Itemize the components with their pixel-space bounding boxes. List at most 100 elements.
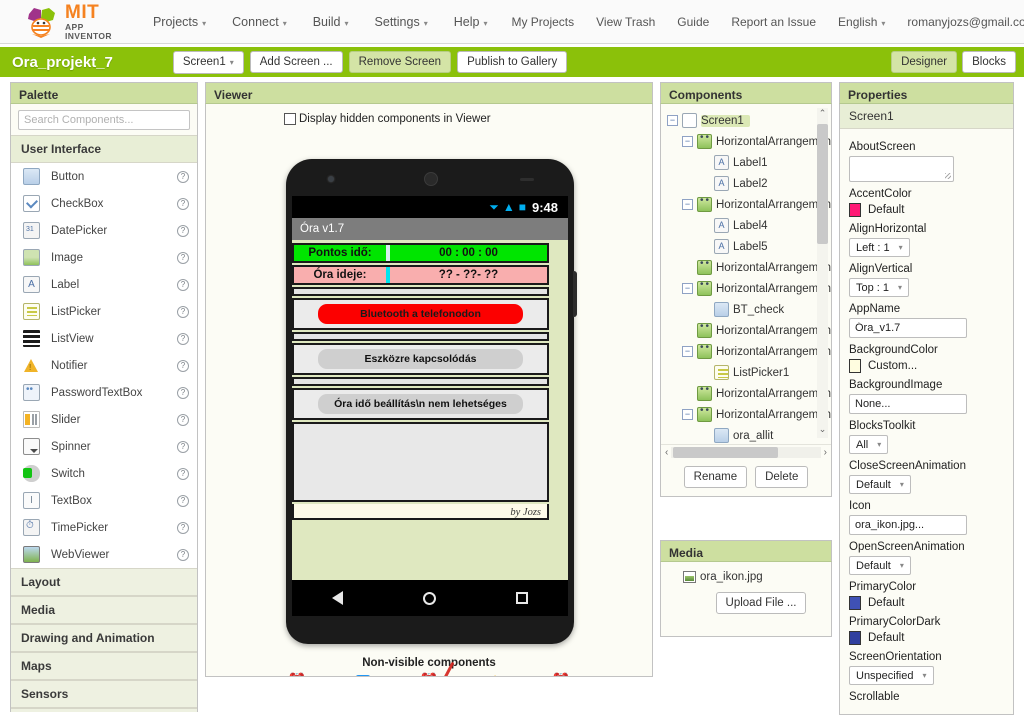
bt-check-button[interactable]: Bluetooth a telefonodon [318,304,523,324]
help-icon[interactable]: ? [177,305,189,318]
help-icon[interactable]: ? [177,278,189,291]
link-view-trash[interactable]: View Trash [585,9,666,35]
help-icon[interactable]: ? [177,332,189,345]
palette-category-social[interactable]: Social [11,708,197,712]
palette-category-sensors[interactable]: Sensors [11,680,197,708]
tree-item-horizontalarrangement-1[interactable]: − HorizontalArrangement [667,131,831,152]
horizontal-arrangement-spacer-2[interactable] [292,332,549,341]
scrollbar-track[interactable] [671,446,821,458]
checkbox-icon[interactable] [284,113,296,125]
help-icon[interactable]: ? [177,170,189,183]
back-icon[interactable] [332,591,343,605]
tree-item-horizontalarrangement-7[interactable]: HorizontalArrangement [667,383,831,404]
label1-pontos-ido[interactable]: Pontos idő: [294,247,386,259]
listpicker1-button[interactable]: Eszközre kapcsolódás [318,349,523,369]
palette-item-timepicker[interactable]: TimePicker? [11,514,197,541]
palette-item-label[interactable]: A Label? [11,271,197,298]
screen-selector-dropdown[interactable]: Screen1 ▾ [172,50,244,74]
tree-item-bt-check[interactable]: BT_check [667,299,831,320]
help-icon[interactable]: ? [177,440,189,453]
primarycolor-picker[interactable]: Default [849,596,1004,610]
ora-allit-button[interactable]: Óra idő beállítás\n nem lehetséges [318,394,523,414]
tree-item-label4[interactable]: A Label4 [667,215,831,236]
palette-item-listview[interactable]: ListView? [11,325,197,352]
scroll-right-icon[interactable]: › [824,447,827,458]
appname-input[interactable] [849,318,967,338]
tree-toggle[interactable]: − [682,136,693,147]
alignhorizontal-select[interactable]: Left : 1 ▾ [849,238,910,257]
help-icon[interactable]: ? [177,224,189,237]
palette-item-image[interactable]: Image? [11,244,197,271]
help-icon[interactable]: ? [177,548,189,561]
horizontal-arrangement-listpicker[interactable]: Eszközre kapcsolódás [292,343,549,375]
search-components-input[interactable] [18,110,190,130]
link-report-an-issue[interactable]: Report an Issue [720,9,827,35]
scrollbar-thumb[interactable] [817,124,828,244]
palette-category-media[interactable]: Media [11,596,197,624]
scroll-down-icon[interactable]: ⌄ [817,424,828,435]
icon-input[interactable] [849,515,967,535]
scroll-left-icon[interactable]: ‹ [665,447,668,458]
phone-screen-canvas[interactable]: Pontos idő: 00 : 00 : 00 Óra ideje: ?? -… [292,240,568,580]
help-icon[interactable]: ? [177,521,189,534]
horizontal-arrangement-spacer-3[interactable] [292,377,549,386]
horizontal-arrangement-pontos-ido[interactable]: Pontos idő: 00 : 00 : 00 [292,243,549,263]
menu-help[interactable]: Help ▾ [441,9,501,35]
tree-toggle[interactable]: − [682,199,693,210]
accentcolor-picker[interactable]: Default [849,203,1004,217]
horizontal-arrangement-ora-allit[interactable]: Óra idő beállítás\n nem lehetséges [292,388,549,420]
designer-tab-button[interactable]: Designer [891,51,958,73]
remove-screen-button[interactable]: Remove Screen [348,51,452,73]
vertical-arrangement4[interactable] [292,422,549,502]
menu-projects[interactable]: Projects ▾ [140,9,219,35]
nonvisible-bluetoothclient1[interactable]: ᛏ BluetoothClient1 [332,673,394,676]
mit-app-inventor-logo[interactable]: MIT APP INVENTOR [22,3,112,40]
component-tree-vscrollbar[interactable] [817,108,828,438]
blockstoolkit-select[interactable]: All ▾ [849,435,889,454]
tree-item-listpicker1[interactable]: ListPicker1 [667,362,831,383]
nonvisible-notifier1[interactable]: ⚠ Notifier1 [464,673,526,676]
palette-item-datepicker[interactable]: DatePicker? [11,217,197,244]
tree-toggle[interactable]: − [682,409,693,420]
palette-item-passwordtextbox[interactable]: PasswordTextBox? [11,379,197,406]
tree-toggle[interactable]: − [667,115,678,126]
menu-settings[interactable]: Settings ▾ [362,9,441,35]
palette-item-notifier[interactable]: Notifier? [11,352,197,379]
tree-item-horizontalarrangement-8[interactable]: − HorizontalArrangement [667,404,831,425]
blocks-tab-button[interactable]: Blocks [962,51,1016,73]
delete-component-button[interactable]: Delete [755,466,809,488]
horizontal-arrangement-bt-check[interactable]: Bluetooth a telefonodon [292,298,549,330]
rename-component-button[interactable]: Rename [683,466,748,488]
backgroundcolor-picker[interactable]: Custom... [849,359,1004,373]
tree-item-screen1[interactable]: − Screen1 [667,110,831,131]
palette-item-checkbox[interactable]: CheckBox? [11,190,197,217]
tree-toggle[interactable]: − [682,283,693,294]
label4-ora-ideje[interactable]: Óra ideje: [294,269,386,281]
horizontal-arrangement-ora-ideje[interactable]: Óra ideje: ?? - ??- ?? [292,265,549,285]
palette-item-webviewer[interactable]: WebViewer? [11,541,197,568]
palette-item-slider[interactable]: Slider? [11,406,197,433]
footer-credit-label[interactable]: by Jozs [292,504,549,520]
label5-date-value[interactable]: ?? - ??- ?? [390,269,547,281]
menu-build[interactable]: Build ▾ [300,9,362,35]
palette-item-textbox[interactable]: I TextBox? [11,487,197,514]
label2-time-value[interactable]: 00 : 00 : 00 [390,247,547,259]
palette-item-spinner[interactable]: Spinner? [11,433,197,460]
tree-item-label2[interactable]: A Label2 [667,173,831,194]
component-tree-hscrollbar[interactable]: ‹ › [661,444,831,459]
tree-item-ora-allit[interactable]: ora_allit [667,425,831,444]
recent-apps-icon[interactable] [516,592,528,604]
nonvisible-clock2[interactable]: ⏰ Clock2 [530,673,592,676]
palette-category-layout[interactable]: Layout [11,568,197,596]
upload-file-button[interactable]: Upload File ... [715,592,807,614]
user-account-menu[interactable]: romanyjozs@gmail.com▾ [896,9,1024,35]
palette-item-button[interactable]: Button? [11,163,197,190]
publish-to-gallery-button[interactable]: Publish to Gallery [457,51,568,73]
palette-item-switch[interactable]: Switch? [11,460,197,487]
nonvisible-delayclock[interactable]: ⏰ DelayClock [398,673,460,676]
help-icon[interactable]: ? [177,386,189,399]
nonvisible-clock1[interactable]: ⏰ Clock1 [266,673,328,676]
tree-item-label1[interactable]: A Label1 [667,152,831,173]
tree-item-horizontalarrangement-6[interactable]: − HorizontalArrangement [667,341,831,362]
palette-category-maps[interactable]: Maps [11,652,197,680]
